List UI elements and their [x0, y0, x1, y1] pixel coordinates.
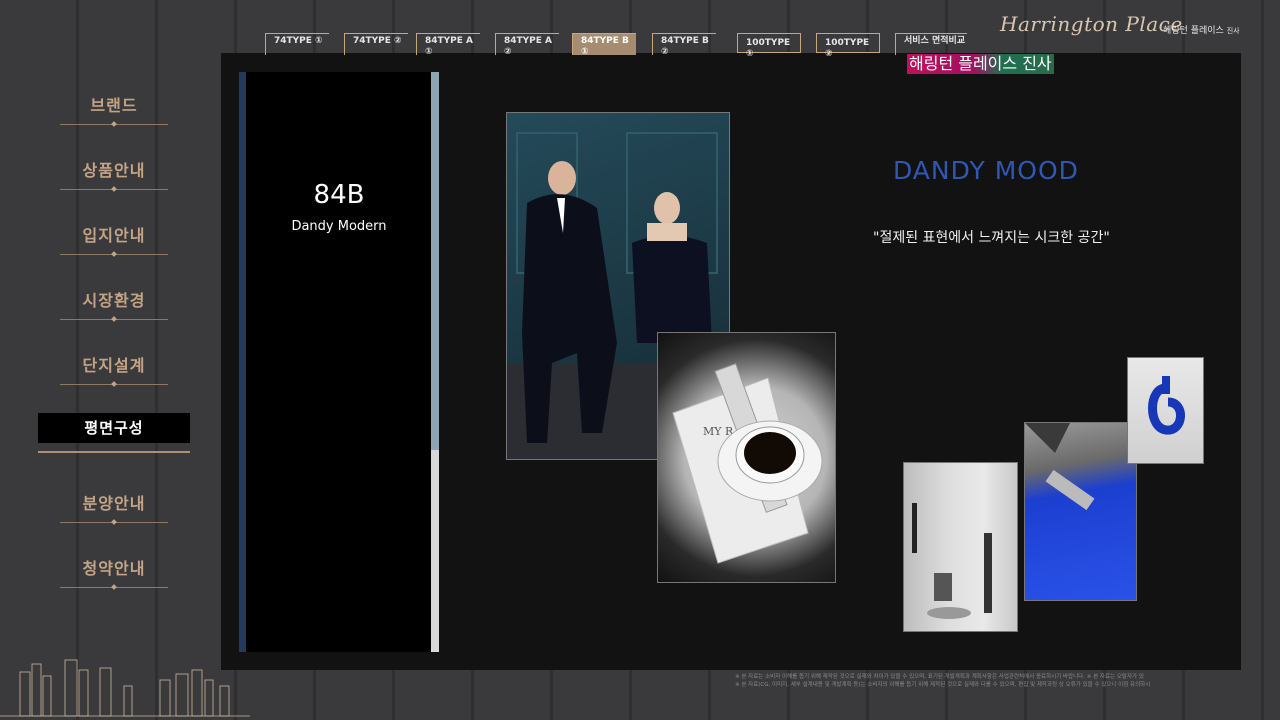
overlay-page-title: 해링턴 플레이스 진사 [907, 54, 1054, 74]
diamond-icon [111, 121, 117, 127]
divider [38, 451, 190, 453]
sidebar-item-label: 분양안내 [82, 494, 146, 513]
tab-84type-a-2[interactable]: 84TYPE A ② [495, 33, 559, 57]
tab-service-area-compare[interactable]: 서비스 면적비교 [895, 33, 967, 55]
brand-kr-name: 해링턴 플레이스 [1163, 26, 1224, 36]
blue-object-illustration [1025, 423, 1095, 511]
brand-kr-suffix: 진사 [1226, 27, 1240, 35]
accent-bar-right-bottom [431, 450, 439, 652]
brand-korean-name: 해링턴 플레이스 진사 [1163, 23, 1240, 36]
interior-photo [903, 462, 1018, 632]
type-card: 84B Dandy Modern [239, 72, 439, 652]
diamond-icon [111, 519, 117, 525]
sidebar-item-label: 입지안내 [82, 226, 146, 245]
tab-74type-1[interactable]: 74TYPE ① [265, 33, 329, 55]
disclaimer-line: ※ 본 자료는 소비자 이해를 돕기 위해 제작된 것으로 실제와 차이가 있을… [735, 674, 1144, 680]
type-code: 84B [313, 180, 365, 210]
sidebar-item-site-design[interactable]: 단지설계 [38, 340, 190, 405]
sidebar-item-floor-plan[interactable]: 평면구성 [38, 413, 190, 478]
blue-object-photo [1024, 422, 1137, 601]
ring-sculpture-photo [1127, 357, 1204, 464]
sidebar-item-label: 시장환경 [82, 291, 146, 310]
sidebar-item-brand[interactable]: 브랜드 [38, 80, 190, 145]
ring-sculpture-illustration [1148, 376, 1185, 435]
sidebar-item-label: 청약안내 [82, 559, 146, 578]
type-subtitle: Dandy Modern [291, 219, 387, 234]
accent-bar-right-top [431, 72, 439, 450]
brand-logo: Harrington Place [1000, 12, 1183, 36]
sidebar-item-products[interactable]: 상품안내 [38, 145, 190, 210]
sidebar-item-label: 브랜드 [90, 96, 138, 115]
sidebar-item-sales[interactable]: 분양안내 [38, 478, 190, 543]
sidebar-item-label: 상품안내 [82, 161, 146, 180]
sidebar-item-subscription[interactable]: 청약안내 [38, 543, 190, 608]
sidebar-nav: 브랜드 상품안내 입지안내 시장환경 단지설계 평면구성 분양안내 청약안내 [38, 80, 190, 608]
skyline-illustration [0, 659, 250, 717]
coffee-illustration: MY R [672, 363, 823, 564]
diamond-icon [111, 381, 117, 387]
sidebar-item-location[interactable]: 입지안내 [38, 210, 190, 275]
diamond-icon [111, 186, 117, 192]
sidebar-item-market[interactable]: 시장환경 [38, 275, 190, 340]
diamond-icon [111, 251, 117, 257]
tab-100type-1[interactable]: 100TYPE ① [737, 33, 801, 59]
disclaimer-line: ※ 본 자료(CG, 이미지, 세부 설계내용 및 개발계획 등)는 소비자의 … [735, 682, 1151, 688]
mood-title: DANDY MOOD [893, 156, 1079, 185]
tab-100type-2[interactable]: 100TYPE ② [816, 33, 880, 59]
disclaimer: ※ 본 자료는 소비자 이해를 돕기 위해 제작된 것으로 실제와 차이가 있을… [735, 673, 1280, 689]
coffee-photo: MY R [657, 332, 836, 583]
mood-quote: "절제된 표현에서 느껴지는 시크한 공간" [873, 230, 1110, 246]
diamond-icon [111, 584, 117, 590]
tab-84type-b-1[interactable]: 84TYPE B ① [572, 33, 636, 57]
accent-bar-left [239, 72, 246, 652]
tab-74type-2[interactable]: 74TYPE ② [344, 33, 408, 55]
sidebar-item-label: 단지설계 [82, 356, 146, 375]
tab-84type-a-1[interactable]: 84TYPE A ① [416, 33, 480, 57]
sidebar-item-label: 평면구성 [38, 413, 190, 443]
diamond-icon [111, 316, 117, 322]
interior-illustration [912, 503, 992, 619]
tab-84type-b-2[interactable]: 84TYPE B ② [652, 33, 716, 57]
